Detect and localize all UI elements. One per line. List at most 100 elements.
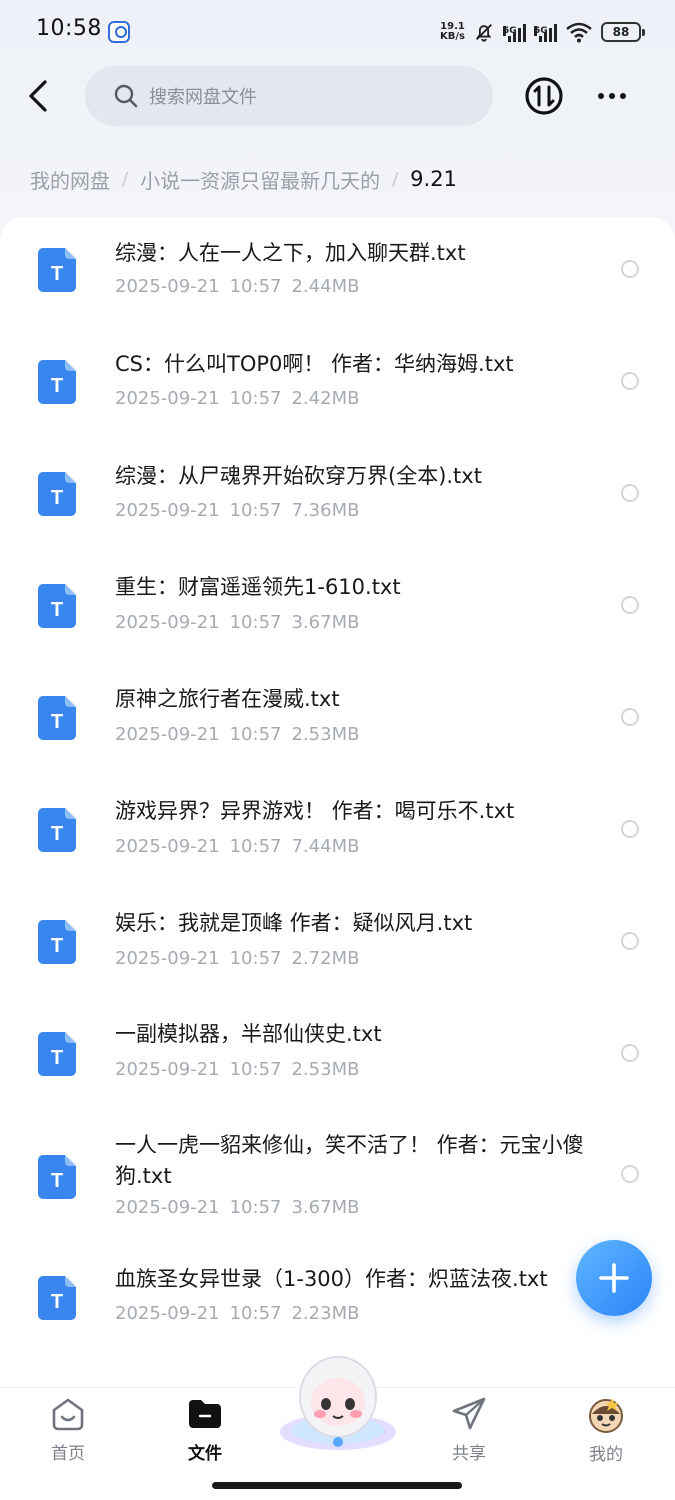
nav-item-me[interactable]: 我的: [561, 1394, 651, 1465]
select-checkbox[interactable]: [621, 1165, 639, 1183]
file-name: 综漫：从尸魂界开始砍穿万界(全本).txt: [115, 464, 482, 488]
file-size: 3.67MB: [291, 612, 360, 633]
wifi-icon: [566, 22, 592, 43]
nav-item-files[interactable]: 文件: [160, 1394, 250, 1464]
file-icon-letter: T: [51, 599, 63, 621]
file-date: 2025-09-21: [115, 612, 220, 633]
file-date: 2025-09-21: [115, 1197, 220, 1218]
file-time: 10:57: [229, 612, 282, 633]
file-icon-letter: T: [51, 1047, 63, 1069]
nav-item-share[interactable]: 共享: [424, 1394, 514, 1464]
status-time: 10:58: [36, 16, 102, 41]
file-time: 10:57: [229, 276, 282, 297]
transfer-icon[interactable]: [524, 76, 564, 116]
sim1-network-type: 5G: [503, 26, 517, 36]
select-checkbox[interactable]: [621, 372, 639, 390]
file-size: 2.53MB: [291, 1059, 360, 1080]
file-date: 2025-09-21: [115, 500, 220, 521]
back-arrow-icon: [29, 80, 47, 112]
file-row[interactable]: T 娱乐：我就是顶峰 作者：疑似风月.txt 2025-09-21 10:57 2.…: [0, 889, 675, 1001]
file-date: 2025-09-21: [115, 1059, 220, 1080]
txt-file-icon: T: [38, 1276, 76, 1320]
select-checkbox[interactable]: [621, 820, 639, 838]
top-bar: 搜索网盘文件: [0, 62, 675, 132]
battery-icon: 88: [601, 22, 645, 42]
more-icon[interactable]: [592, 76, 632, 116]
nav-label-me: 我的: [589, 1445, 623, 1465]
baidu-netdisk-notification-icon: [108, 21, 130, 43]
file-name: 一人一虎一貂来修仙，笑不活了！ 作者：元宝小傻狗.txt: [115, 1133, 584, 1188]
file-name: 游戏异界？异界游戏！ 作者：喝可乐不.txt: [115, 799, 515, 823]
file-row[interactable]: T 综漫：从尸魂界开始砍穿万界(全本).txt 2025-09-21 10:57 7…: [0, 441, 675, 553]
more-dot: [598, 93, 604, 99]
ai-assistant-mascot-icon[interactable]: [276, 1352, 400, 1452]
search-placeholder: 搜索网盘文件: [149, 87, 257, 108]
profile-avatar-icon: [586, 1394, 626, 1434]
file-name: CS：什么叫TOP0啊！ 作者：华纳海姆.txt: [115, 352, 514, 376]
txt-file-icon: T: [38, 584, 76, 628]
more-dot: [620, 93, 626, 99]
signal-sim2-icon: 5G: [534, 22, 557, 42]
file-meta: 2025-09-21 10:57 2.42MB: [115, 388, 369, 409]
file-icon-letter: T: [51, 1291, 63, 1313]
file-time: 10:57: [229, 500, 282, 521]
file-time: 10:57: [229, 1303, 282, 1324]
file-date: 2025-09-21: [115, 1303, 220, 1324]
txt-file-icon: T: [38, 1155, 76, 1199]
file-row[interactable]: T 游戏异界？异界游戏！ 作者：喝可乐不.txt 2025-09-21 10:57…: [0, 777, 675, 889]
sim2-network-type: 5G: [534, 26, 548, 36]
file-icon-letter: T: [51, 263, 63, 285]
nav-label-home: 首页: [51, 1444, 85, 1464]
nav-item-home[interactable]: 首页: [23, 1394, 113, 1464]
back-button[interactable]: [18, 74, 58, 118]
file-row[interactable]: T 综漫：人在一人之下，加入聊天群.txt 2025-09-21 10:57 2.4…: [0, 217, 675, 329]
file-row[interactable]: T CS：什么叫TOP0啊！ 作者：华纳海姆.txt 2025-09-21 10:…: [0, 329, 675, 441]
file-size: 7.44MB: [291, 836, 360, 857]
plus-icon: [599, 1263, 629, 1293]
breadcrumb-item-root[interactable]: 我的网盘: [30, 165, 110, 194]
file-icon-letter: T: [51, 711, 63, 733]
nav-label-share: 共享: [452, 1444, 486, 1464]
select-checkbox[interactable]: [621, 932, 639, 950]
file-name: 重生：财富遥遥领先1-610.txt: [115, 575, 401, 599]
select-checkbox[interactable]: [621, 1044, 639, 1062]
select-checkbox[interactable]: [621, 596, 639, 614]
breadcrumb-item-folder[interactable]: 小说一资源只留最新几天的: [140, 165, 380, 194]
search-input[interactable]: 搜索网盘文件: [85, 66, 493, 126]
status-bar: 10:58 19.1 KB/s 5G 5G 88: [0, 0, 675, 62]
home-indicator[interactable]: [212, 1482, 462, 1489]
file-time: 10:57: [229, 836, 282, 857]
file-row[interactable]: T 原神之旅行者在漫威.txt 2025-09-21 10:57 2.53MB: [0, 665, 675, 777]
file-row[interactable]: T 一人一虎一貂来修仙，笑不活了！ 作者：元宝小傻狗.txt 2025-09-2…: [0, 1113, 675, 1261]
add-button[interactable]: [576, 1240, 652, 1316]
file-time: 10:57: [229, 1197, 282, 1218]
file-meta: 2025-09-21 10:57 2.53MB: [115, 1059, 369, 1080]
file-icon-letter: T: [51, 823, 63, 845]
select-checkbox[interactable]: [621, 260, 639, 278]
file-meta: 2025-09-21 10:57 2.23MB: [115, 1303, 369, 1324]
select-checkbox[interactable]: [621, 708, 639, 726]
txt-file-icon: T: [38, 360, 76, 404]
nav-label-files: 文件: [188, 1444, 222, 1464]
signal-sim1-icon: 5G: [503, 22, 526, 42]
file-size: 2.42MB: [291, 388, 360, 409]
folder-icon: [185, 1394, 225, 1433]
file-icon-letter: T: [51, 1170, 63, 1192]
file-size: 2.23MB: [291, 1303, 360, 1324]
network-speed: 19.1 KB/s: [440, 22, 465, 42]
breadcrumb-current: 9.21: [410, 167, 457, 191]
file-name: 一副模拟器，半部仙侠史.txt: [115, 1022, 382, 1046]
file-time: 10:57: [229, 388, 282, 409]
txt-file-icon: T: [38, 1032, 76, 1076]
file-size: 2.72MB: [291, 948, 360, 969]
file-row[interactable]: T 一副模拟器，半部仙侠史.txt 2025-09-21 10:57 2.53MB: [0, 1001, 675, 1113]
more-dot: [609, 93, 615, 99]
status-indicators: 19.1 KB/s 5G 5G 88: [440, 18, 645, 46]
breadcrumb: 我的网盘 / 小说一资源只留最新几天的 / 9.21: [30, 162, 457, 196]
file-meta: 2025-09-21 10:57 2.72MB: [115, 948, 369, 969]
txt-file-icon: T: [38, 808, 76, 852]
file-date: 2025-09-21: [115, 948, 220, 969]
file-row[interactable]: T 重生：财富遥遥领先1-610.txt 2025-09-21 10:57 3.67…: [0, 553, 675, 665]
file-name: 娱乐：我就是顶峰 作者：疑似风月.txt: [115, 911, 473, 935]
select-checkbox[interactable]: [621, 484, 639, 502]
